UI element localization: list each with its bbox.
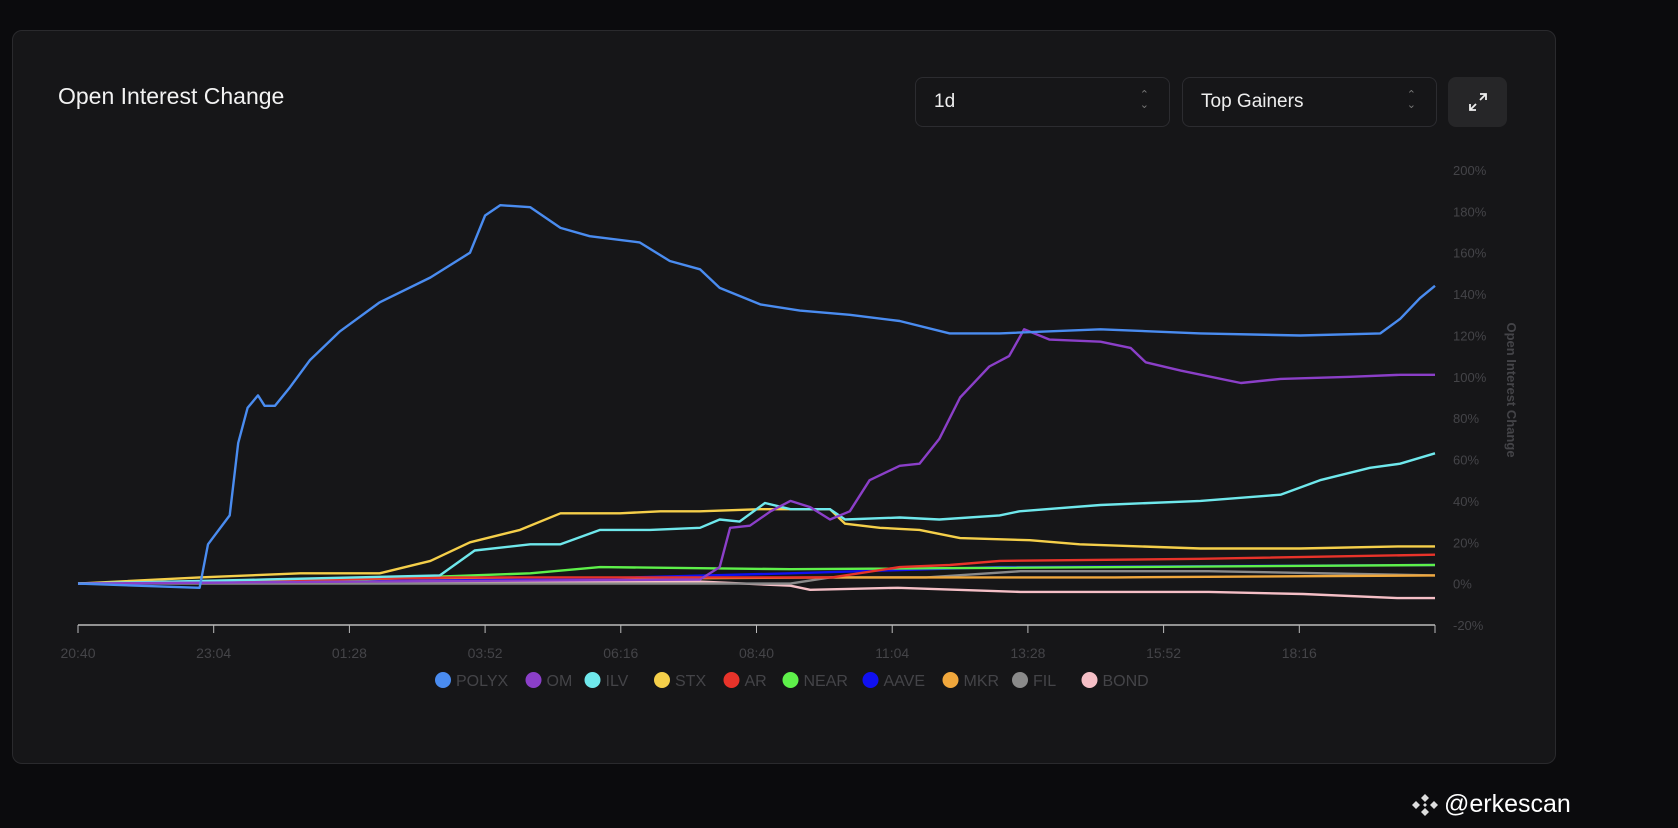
legend-label: POLYX [456,673,509,690]
y-tick-label: -20% [1453,618,1484,633]
watermark: @erkescan [1412,790,1571,819]
legend-marker-ilv [584,672,601,688]
x-tick-label: 13:28 [1010,645,1045,661]
legend-marker-aave [862,672,879,688]
legend-label: NEAR [804,673,848,690]
legend-marker-om [525,672,542,688]
x-tick-label: 23:04 [196,645,231,661]
legend-label: BOND [1103,673,1149,690]
legend-label: ILV [606,673,629,690]
binance-logo-icon [1412,793,1438,816]
y-tick-label: 60% [1453,453,1479,468]
x-tick-label: 08:40 [739,645,774,661]
series-line-ilv [77,452,1436,585]
y-tick-label: 160% [1453,246,1487,261]
x-tick-label: 15:52 [1146,645,1181,661]
legend-marker-stx [654,672,670,688]
legend-label: STX [675,673,706,690]
y-tick-label: 180% [1453,204,1487,219]
y-tick-label: 200% [1453,163,1487,178]
legend-label: AR [745,673,767,690]
legend-marker-near [782,672,799,688]
legend-marker-ar [723,672,740,688]
y-tick-label: 80% [1453,411,1479,426]
x-tick-label: 06:16 [603,645,638,661]
x-tick-label: 20:40 [60,645,95,661]
x-tick-label: 03:52 [468,645,503,661]
x-tick-label: 18:16 [1282,645,1317,661]
y-tick-label: 100% [1453,370,1487,385]
legend-marker-fil [1012,672,1028,688]
y-tick-label: 20% [1453,535,1479,550]
y-tick-label: 0% [1453,577,1472,592]
series-line-om [77,328,1435,585]
legend-label: MKR [964,673,1000,690]
legend-label: AAVE [884,673,926,690]
y-tick-label: 40% [1453,494,1479,509]
series-line-polyx [77,203,1436,589]
legend-marker-polyx [435,672,451,688]
y-tick-label: 140% [1453,287,1487,302]
legend-label: FIL [1033,673,1056,690]
legend-label: OM [547,673,573,690]
line-chart: -20% 0% 20% 40% 60% 80% 100% 120% 140% 160% 180% 20… [60,163,1519,690]
legend-marker-bond [1081,672,1098,688]
x-tick-label: 01:28 [332,645,367,661]
y-tick-label: 120% [1453,328,1487,343]
x-tick-label: 11:04 [875,645,909,661]
y-axis-label: Open Interest Change [1504,322,1519,457]
legend-marker-mkr [942,672,959,688]
